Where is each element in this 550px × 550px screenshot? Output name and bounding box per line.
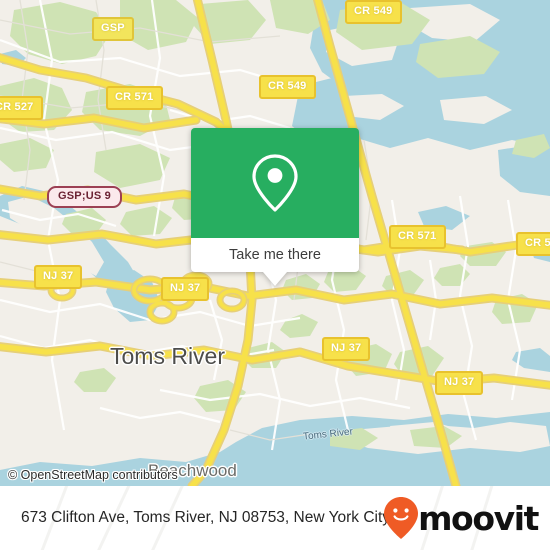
moovit-map-screenshot: GSP CR 549 CR 571 CR 549 CR 527 GSP;US 9… [0, 0, 550, 550]
moovit-wordmark: moovit [418, 498, 539, 538]
moovit-brand-logo[interactable]: moovit [383, 496, 539, 540]
road-shield-cr549-mid[interactable]: CR 549 [259, 75, 316, 99]
place-label-toms-river: Toms River [110, 343, 226, 369]
map-attribution[interactable]: © OpenStreetMap contributors [8, 468, 178, 482]
map-canvas[interactable]: GSP CR 549 CR 571 CR 549 CR 527 GSP;US 9… [0, 0, 550, 486]
road-shield-cr571-right[interactable]: CR 571 [516, 232, 550, 256]
take-me-there-label: Take me there [229, 247, 321, 263]
road-shield-cr549-top[interactable]: CR 549 [345, 0, 402, 24]
location-popup-card[interactable]: Take me there [191, 128, 359, 286]
road-shield-gsp-us9[interactable]: GSP;US 9 [47, 186, 122, 208]
road-shield-cr527[interactable]: CR 527 [0, 96, 43, 120]
footer-bar: 673 Clifton Ave, Toms River, NJ 08753, N… [0, 486, 550, 550]
road-shield-cr571-left[interactable]: CR 571 [106, 86, 163, 110]
popup-pointer-tail [263, 272, 287, 286]
moovit-pin-smiley-icon [384, 497, 419, 539]
road-shield-gsp[interactable]: GSP [92, 17, 134, 41]
road-shield-nj37-cntr[interactable]: NJ 37 [322, 337, 371, 361]
location-pin-icon [252, 154, 298, 212]
road-shield-cr571-mid[interactable]: CR 571 [389, 225, 446, 249]
road-shield-nj37-left[interactable]: NJ 37 [34, 265, 83, 289]
address-label: 673 Clifton Ave, Toms River, NJ 08753, N… [21, 509, 391, 526]
popup-header [191, 128, 359, 238]
road-shield-nj37-right[interactable]: NJ 37 [435, 371, 484, 395]
road-shield-nj37-mid[interactable]: NJ 37 [161, 277, 210, 301]
popup-footer[interactable]: Take me there [191, 238, 359, 272]
